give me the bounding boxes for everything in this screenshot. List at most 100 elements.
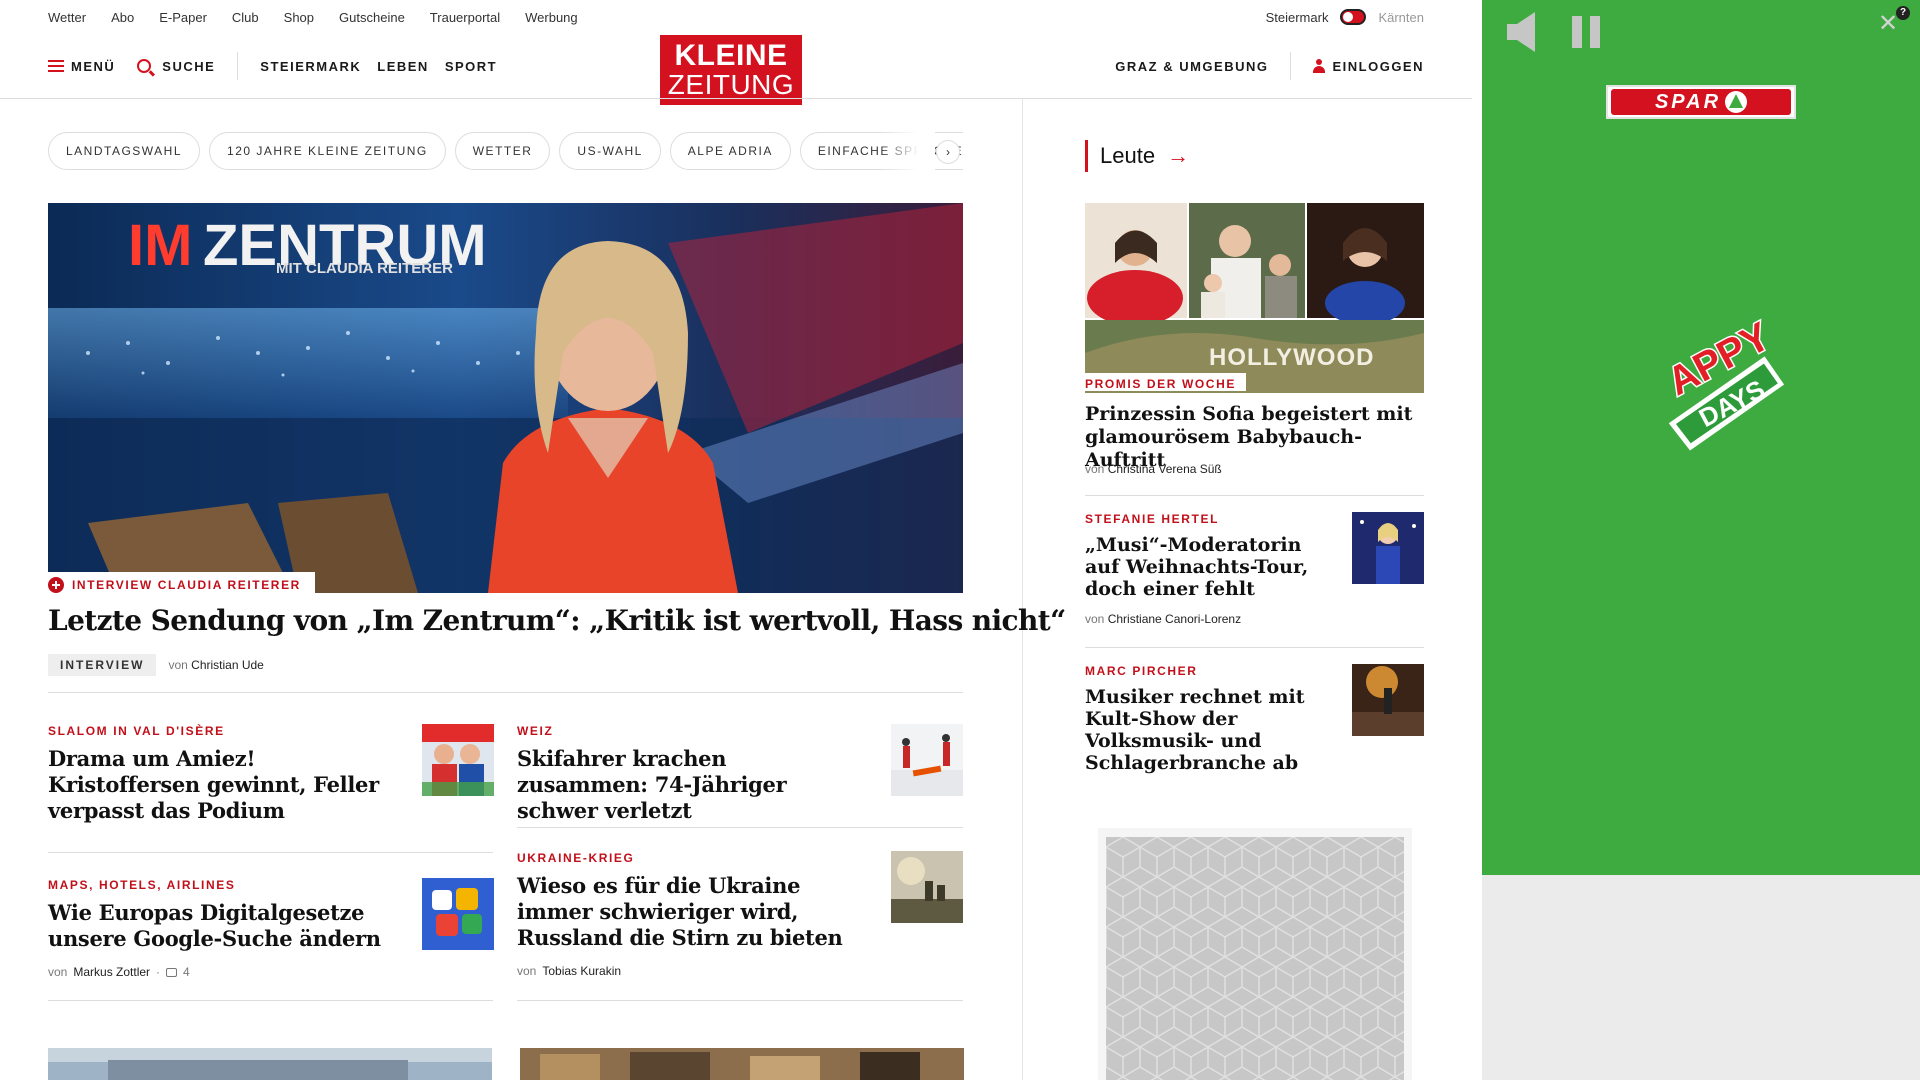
nav-steiermark[interactable]: STEIERMARK (260, 59, 361, 74)
spar-logo[interactable]: SPAR (1606, 85, 1796, 119)
divider (1085, 647, 1424, 648)
hero-author[interactable]: Christian Ude (191, 658, 264, 672)
section-marker (1085, 140, 1088, 172)
login-label: EINLOGGEN (1332, 58, 1424, 74)
appy-days-logo[interactable]: APPY DAYS (1636, 306, 1788, 456)
collage-sign: HOLLYWOOD (1209, 344, 1374, 371)
spar-brand: SPAR (1654, 90, 1722, 113)
teaser-image[interactable] (520, 1048, 964, 1080)
hamburger-icon (48, 60, 64, 72)
sidebar-teaser-byline: von Christiane Canori-Lorenz (1085, 612, 1242, 626)
teaser-thumbnail[interactable] (891, 724, 963, 796)
nav-graz-umgebung[interactable]: GRAZ & UMGEBUNG (1115, 59, 1268, 74)
utility-link-epaper[interactable]: E-Paper (159, 10, 207, 25)
comment-icon (166, 967, 178, 977)
site-logo[interactable]: KLEINE ZEITUNG (660, 35, 802, 105)
tags-next-button[interactable]: › (936, 140, 960, 164)
sidebar-teaser[interactable]: STEFANIE HERTEL „Musi“-Moderatorin auf W… (1085, 512, 1424, 626)
teaser-card[interactable]: SLALOM IN VAL D'ISÈRE Drama um Amiez! Kr… (48, 724, 494, 824)
utility-link-shop[interactable]: Shop (284, 10, 314, 25)
tag-us-wahl[interactable]: US-WAHL (559, 132, 661, 170)
sidebar-teaser-headline[interactable]: „Musi“-Moderatorin auf Weihnachts-Tour, … (1085, 534, 1330, 600)
promo-border (1472, 0, 1482, 1080)
spar-logo-inner: SPAR (1611, 89, 1791, 115)
close-icon[interactable]: ✕ (1878, 12, 1898, 36)
login-button[interactable]: EINLOGGEN (1313, 59, 1424, 74)
sidebar-hero-image[interactable]: HOLLYWOOD (1085, 203, 1424, 393)
search-label: SUCHE (162, 58, 216, 74)
divider (48, 692, 963, 693)
sidebar-teaser-thumbnail[interactable] (1352, 664, 1424, 736)
utility-link-club[interactable]: Club (232, 10, 259, 25)
section-leute-link[interactable]: Leute → (1085, 140, 1189, 172)
help-icon[interactable]: ? (1896, 6, 1910, 20)
teaser-author[interactable]: Tobias Kurakin (542, 964, 621, 978)
utility-link-werbung[interactable]: Werbung (525, 10, 578, 25)
divider (48, 1000, 493, 1001)
header-divider (0, 98, 1472, 99)
hero-headline[interactable]: Letzte Sendung von „Im Zentrum“: „Kritik… (48, 604, 1066, 637)
tag-landtagswahl[interactable]: LANDTAGSWAHL (48, 132, 201, 170)
search-icon (137, 59, 152, 73)
chevron-right-icon: › (946, 145, 950, 159)
utility-link-abo[interactable]: Abo (111, 10, 134, 25)
search-button[interactable]: SUCHE (137, 59, 215, 74)
teaser-headline[interactable]: Skifahrer krachen zusammen: 74-Jähriger … (517, 746, 862, 824)
utility-link-wetter[interactable]: Wetter (48, 10, 86, 25)
sidebar-teaser-thumbnail[interactable] (1352, 512, 1424, 584)
teaser-headline[interactable]: Wieso es für die Ukraine immer schwierig… (517, 873, 862, 951)
tag-wetter[interactable]: WETTER (454, 132, 551, 170)
sidebar-teaser[interactable]: MARC PIRCHER Musiker rechnet mit Kult-Sh… (1085, 664, 1424, 774)
hero-image-im: IM (128, 213, 192, 278)
hero-image[interactable]: IM ZENTRUM MIT CLAUDIA REITERER (48, 203, 963, 593)
teaser-card[interactable]: UKRAINE-KRIEG Wieso es für die Ukraine i… (517, 851, 963, 978)
logo-line-1: KLEINE (674, 39, 788, 72)
region-switch: Steiermark Kärnten (1266, 9, 1424, 25)
teaser-headline[interactable]: Drama um Amiez! Kristoffersen gewinnt, F… (48, 746, 393, 824)
sidebar-teaser-headline[interactable]: Musiker rechnet mit Kult-Show der Volksm… (1085, 686, 1330, 774)
speaker-icon[interactable] (1505, 10, 1541, 54)
teaser-thumbnail[interactable] (422, 878, 494, 950)
tag-alpe-adria[interactable]: ALPE ADRIA (669, 132, 791, 170)
teaser-card[interactable]: WEIZ Skifahrer krachen zusammen: 74-Jähr… (517, 724, 963, 824)
fir-tree-icon (1725, 91, 1748, 113)
teaser-image[interactable] (48, 1048, 492, 1080)
ad-placeholder[interactable] (1106, 837, 1404, 1080)
teaser-byline: von Markus Zottler · 4 (48, 965, 190, 979)
collage-photo: HOLLYWOOD (1085, 203, 1424, 393)
comment-count[interactable]: 4 (183, 965, 190, 979)
hero-byline: von Christian Ude (168, 658, 264, 672)
nav-sport[interactable]: SPORT (445, 59, 497, 74)
interview-badge: INTERVIEW (48, 654, 157, 676)
divider (1085, 495, 1424, 496)
region-toggle[interactable] (1340, 9, 1367, 25)
plus-icon (48, 577, 64, 593)
region-kaernten[interactable]: Kärnten (1378, 10, 1424, 25)
teaser-card[interactable]: MAPS, HOTELS, AIRLINES Wie Europas Digit… (48, 878, 494, 979)
teaser-headline[interactable]: Wie Europas Digitalgesetze unsere Google… (48, 900, 393, 952)
teaser-author[interactable]: Markus Zottler (73, 965, 150, 979)
column-divider (1022, 99, 1023, 1080)
sidebar-teaser-author[interactable]: Christiane Canori-Lorenz (1108, 612, 1241, 626)
tag-120-jahre[interactable]: 120 JAHRE KLEINE ZEITUNG (209, 132, 446, 170)
teaser-thumbnail[interactable] (891, 851, 963, 923)
region-steiermark[interactable]: Steiermark (1266, 10, 1329, 25)
utility-bar: Wetter Abo E-Paper Club Shop Gutscheine … (48, 0, 1424, 34)
utility-links: Wetter Abo E-Paper Club Shop Gutscheine … (48, 10, 578, 25)
sidebar-hero-author[interactable]: Christina Verena Süß (1108, 462, 1222, 476)
nav-divider (237, 52, 239, 80)
news-site: Wetter Abo E-Paper Club Shop Gutscheine … (0, 0, 1472, 1080)
pause-button[interactable] (1572, 16, 1600, 48)
utility-link-trauerportal[interactable]: Trauerportal (430, 10, 500, 25)
teaser-thumbnail[interactable] (422, 724, 494, 796)
promo-overlay (1472, 0, 1920, 1080)
nav-leben[interactable]: LEBEN (377, 59, 429, 74)
utility-link-gutscheine[interactable]: Gutscheine (339, 10, 405, 25)
topic-tags: LANDTAGSWAHL 120 JAHRE KLEINE ZEITUNG WE… (48, 131, 963, 171)
divider (517, 1000, 963, 1001)
menu-button[interactable]: MENÜ (48, 59, 115, 74)
hero-kicker-text: INTERVIEW CLAUDIA REITERER (72, 578, 301, 592)
user-icon (1313, 59, 1326, 73)
hero-kicker[interactable]: INTERVIEW CLAUDIA REITERER (48, 572, 315, 598)
divider (48, 852, 493, 853)
